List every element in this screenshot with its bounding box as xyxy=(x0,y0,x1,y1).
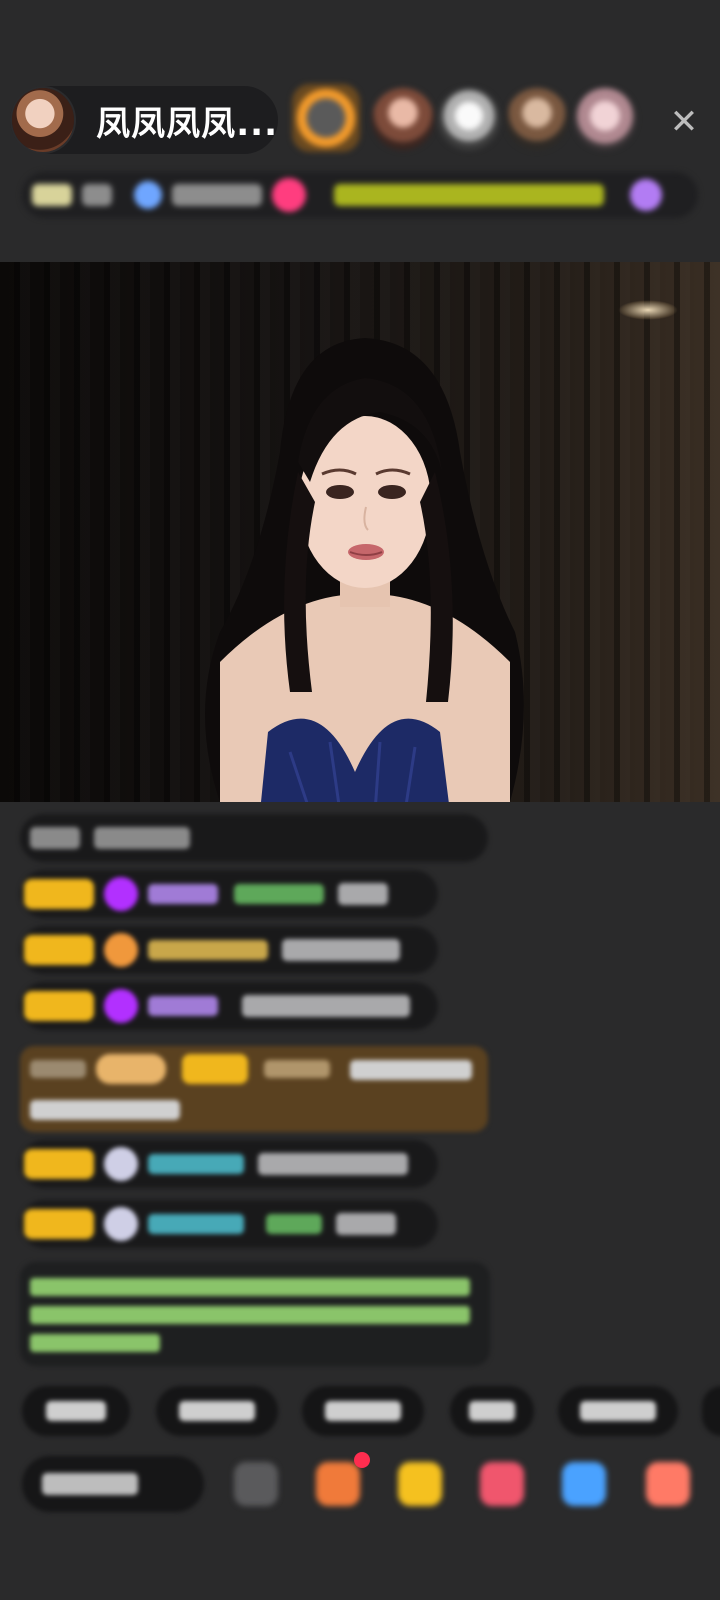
level-badge xyxy=(24,879,94,909)
top-viewer-avatar[interactable] xyxy=(438,88,500,150)
username[interactable] xyxy=(148,1154,244,1174)
gift-box-icon[interactable] xyxy=(316,1462,360,1506)
username[interactable] xyxy=(148,1214,244,1234)
chat-input[interactable] xyxy=(22,1456,204,1512)
treasure-icon[interactable] xyxy=(398,1462,442,1506)
chat-message[interactable] xyxy=(20,870,438,918)
chat-text xyxy=(30,827,80,849)
chat-system-message xyxy=(20,814,488,862)
close-icon[interactable]: ✕ xyxy=(664,102,704,142)
diamond-icon xyxy=(104,877,138,911)
heart-icon[interactable] xyxy=(272,178,306,212)
more-icon[interactable] xyxy=(630,179,662,211)
gift-icon[interactable] xyxy=(646,1462,690,1506)
top-viewer-avatar[interactable] xyxy=(574,88,636,150)
emoji-icon[interactable] xyxy=(234,1462,278,1506)
avatar xyxy=(104,1207,138,1241)
rank-text xyxy=(82,184,112,206)
quick-reply-chip[interactable] xyxy=(156,1386,278,1436)
top-viewer-avatar[interactable] xyxy=(506,88,568,150)
quick-reply-chip[interactable] xyxy=(702,1386,720,1436)
chat-text xyxy=(258,1153,408,1175)
host-avatar[interactable] xyxy=(12,88,75,152)
chat-text xyxy=(282,939,400,961)
host-info-pill[interactable]: 凤凤凤凤... xyxy=(10,86,278,154)
gift-text xyxy=(234,884,324,904)
level-badge xyxy=(24,1149,94,1179)
chat-text xyxy=(336,1213,396,1235)
username[interactable] xyxy=(148,884,218,904)
level-badge xyxy=(182,1054,248,1084)
chat-text xyxy=(338,883,388,905)
chat-message[interactable] xyxy=(20,1200,438,1248)
gift-text xyxy=(266,1214,322,1234)
quick-reply-chip[interactable] xyxy=(302,1386,424,1436)
game-icon[interactable] xyxy=(562,1462,606,1506)
streamer-figure xyxy=(205,338,524,802)
notice-text xyxy=(30,1306,470,1324)
stream-info-strip[interactable] xyxy=(22,172,698,218)
stage-light xyxy=(618,300,678,320)
chat-highlight-message[interactable] xyxy=(20,1046,488,1132)
chat-message[interactable] xyxy=(20,982,438,1030)
top-viewer-avatar[interactable] xyxy=(372,88,434,150)
username[interactable] xyxy=(264,1060,330,1078)
popularity-text xyxy=(172,184,262,206)
quick-reply-chip[interactable] xyxy=(22,1386,130,1436)
level-badge xyxy=(24,1209,94,1239)
notice-text xyxy=(30,1278,470,1296)
username[interactable] xyxy=(148,996,218,1016)
popularity-icon xyxy=(134,181,162,209)
rank-badge xyxy=(32,184,72,206)
host-name: 凤凤凤凤... xyxy=(96,103,278,144)
lips-icon[interactable] xyxy=(480,1462,524,1506)
chat-message[interactable] xyxy=(20,1140,438,1188)
chat-text xyxy=(30,1100,180,1120)
live-video[interactable] xyxy=(0,262,720,802)
notice-text xyxy=(30,1334,160,1352)
chat-text xyxy=(242,995,410,1017)
username[interactable] xyxy=(148,940,268,960)
quick-reply-chip[interactable] xyxy=(450,1386,534,1436)
fan-badge-icon xyxy=(104,933,138,967)
vip-badge xyxy=(96,1054,166,1084)
chat-text xyxy=(30,1060,86,1078)
level-badge xyxy=(24,991,94,1021)
level-badge xyxy=(24,935,94,965)
chat-text xyxy=(94,827,190,849)
quick-reply-chip[interactable] xyxy=(558,1386,678,1436)
diamond-icon xyxy=(104,989,138,1023)
chat-message[interactable] xyxy=(20,926,438,974)
avatar xyxy=(104,1147,138,1181)
tags-marquee[interactable] xyxy=(334,184,604,206)
top-viewer-avatar[interactable] xyxy=(292,84,360,152)
notification-dot xyxy=(354,1452,370,1468)
room-notice xyxy=(20,1262,490,1366)
chat-text xyxy=(350,1060,472,1080)
